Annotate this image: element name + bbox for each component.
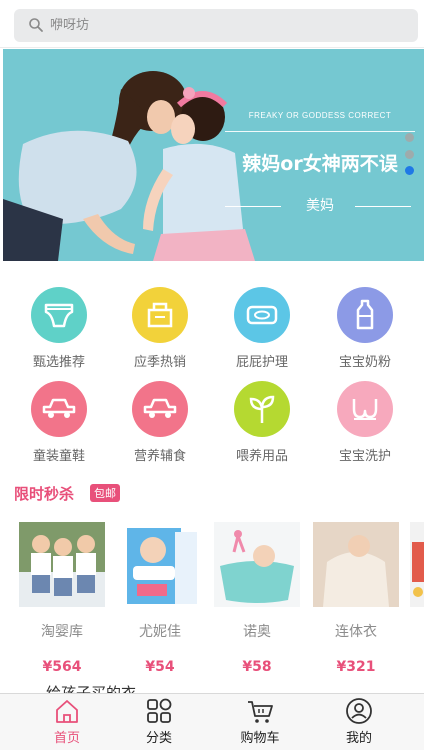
search-input[interactable] bbox=[50, 9, 400, 42]
product-price: ¥321 bbox=[336, 659, 376, 675]
product-card[interactable]: 诺奥 ¥58 bbox=[214, 522, 300, 675]
category-item-formula[interactable]: 宝宝奶粉 bbox=[320, 287, 410, 370]
category-label: 童装童鞋 bbox=[32, 449, 85, 464]
tab-profile[interactable]: 我的 bbox=[306, 694, 412, 750]
product-name: 连体衣 bbox=[335, 624, 377, 640]
category-item-featured[interactable]: 甄选推荐 bbox=[14, 287, 104, 370]
car-icon bbox=[132, 381, 188, 437]
product-price: ¥564 bbox=[42, 659, 82, 675]
milk-bottle-icon bbox=[337, 287, 393, 343]
banner-title: 辣妈or女神两不误 bbox=[242, 153, 398, 175]
product-image bbox=[410, 522, 424, 607]
slide-dot-2[interactable] bbox=[405, 150, 414, 159]
category-label: 宝宝奶粉 bbox=[338, 355, 391, 370]
product-name: 尤妮佳 bbox=[139, 624, 181, 640]
banner-photo bbox=[3, 49, 263, 261]
product-card[interactable]: 淘婴库 ¥564 bbox=[19, 522, 105, 675]
product-name: 诺奥 bbox=[243, 624, 271, 640]
tab-label: 分类 bbox=[145, 731, 172, 746]
product-image bbox=[214, 522, 300, 607]
category-item-seasonal[interactable]: 应季热销 bbox=[115, 287, 205, 370]
search-bar bbox=[0, 0, 424, 48]
product-price: ¥58 bbox=[242, 659, 272, 675]
sprout-icon bbox=[234, 381, 290, 437]
tab-label: 首页 bbox=[53, 731, 80, 746]
tab-category[interactable]: 分类 bbox=[106, 694, 212, 750]
category-label: 屁屁护理 bbox=[235, 355, 288, 370]
free-shipping-badge: 包邮 bbox=[90, 484, 120, 502]
tab-home[interactable]: 首页 bbox=[14, 694, 120, 750]
category-item-diaper-care[interactable]: 屁屁护理 bbox=[217, 287, 307, 370]
search-box[interactable] bbox=[14, 9, 418, 42]
promo-banner[interactable]: FREAKY OR GODDESS CORRECT 辣妈or女神两不误 美妈 bbox=[3, 49, 424, 261]
flash-sale-list: 淘婴库 ¥564 尤妮佳 ¥54 诺奥 ¥58 连体衣 ¥321 bbox=[0, 522, 424, 682]
search-icon bbox=[29, 18, 43, 32]
banner-subtitle: FREAKY OR GODDESS CORRECT bbox=[248, 111, 392, 120]
bottom-tab-bar: 首页 分类 购物车 我的 bbox=[0, 693, 424, 750]
banner-divider bbox=[225, 131, 415, 132]
tab-cart[interactable]: 购物车 bbox=[207, 694, 313, 750]
product-name: 淘婴库 bbox=[41, 624, 83, 640]
product-image bbox=[313, 522, 399, 607]
banner-tag: 美妈 bbox=[306, 198, 334, 214]
flash-sale-title: 限时秒杀 bbox=[14, 485, 75, 503]
product-image bbox=[19, 522, 105, 607]
tab-label: 我的 bbox=[345, 731, 372, 746]
home-icon bbox=[56, 700, 78, 723]
product-card-partial[interactable] bbox=[410, 522, 424, 611]
category-item-nutrition[interactable]: 营养辅食 bbox=[115, 381, 205, 464]
banner-tag-line-right bbox=[355, 206, 411, 207]
user-icon bbox=[346, 698, 372, 724]
category-label: 宝宝洗护 bbox=[338, 449, 391, 464]
grid-icon bbox=[147, 698, 172, 723]
tab-label: 购物车 bbox=[240, 731, 280, 746]
slide-dot-1[interactable] bbox=[405, 133, 414, 142]
category-item-bath[interactable]: 宝宝洗护 bbox=[320, 381, 410, 464]
category-item-clothing[interactable]: 童装童鞋 bbox=[14, 381, 104, 464]
product-card[interactable]: 尤妮佳 ¥54 bbox=[117, 522, 203, 675]
product-card[interactable]: 连体衣 ¥321 bbox=[313, 522, 399, 675]
cart-icon bbox=[248, 701, 273, 723]
product-price: ¥54 bbox=[145, 659, 175, 675]
diaper-icon bbox=[31, 287, 87, 343]
box-icon bbox=[132, 287, 188, 343]
product-image bbox=[117, 522, 203, 607]
car-icon bbox=[31, 381, 87, 437]
wipes-icon bbox=[234, 287, 290, 343]
category-label: 甄选推荐 bbox=[32, 355, 85, 370]
category-label: 喂养用品 bbox=[235, 449, 288, 464]
slide-dot-3[interactable] bbox=[405, 166, 414, 175]
category-item-feeding[interactable]: 喂养用品 bbox=[217, 381, 307, 464]
category-label: 营养辅食 bbox=[133, 449, 186, 464]
bra-icon bbox=[337, 381, 393, 437]
category-label: 应季热销 bbox=[133, 355, 186, 370]
